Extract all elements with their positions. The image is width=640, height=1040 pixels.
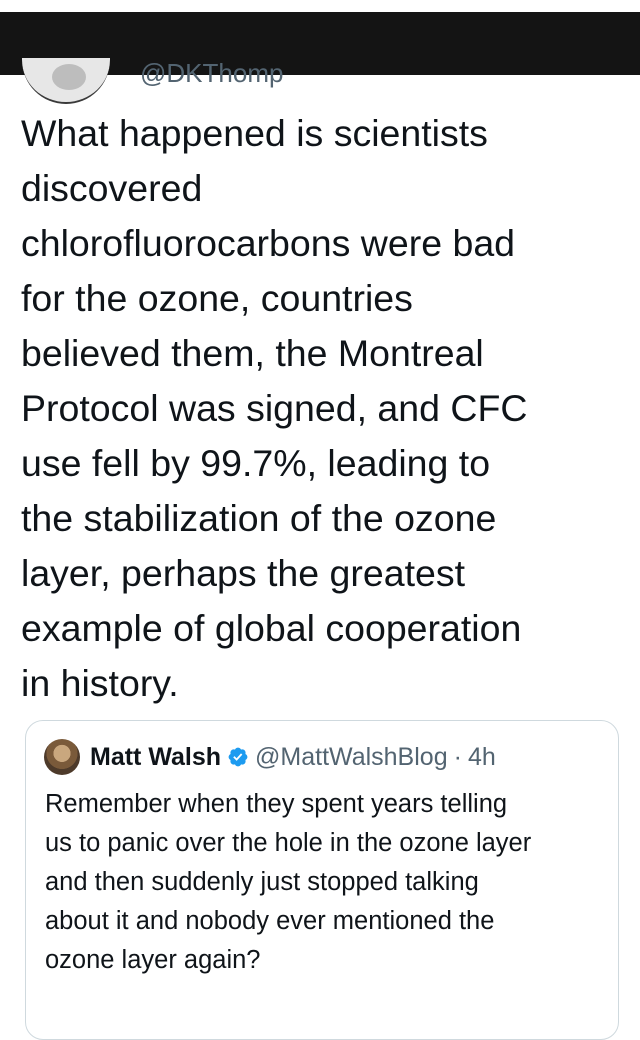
author-handle[interactable]: @DKThomp <box>140 58 283 94</box>
verified-badge-icon <box>227 746 249 768</box>
quoted-author-handle: @MattWalshBlog <box>255 742 448 771</box>
quoted-author-avatar <box>44 739 80 775</box>
quoted-tweet-card[interactable]: Matt Walsh @MattWalshBlog · 4h Remember … <box>25 720 619 1040</box>
quoted-author-name: Matt Walsh <box>90 742 222 771</box>
separator-dot: · <box>453 742 462 771</box>
author-avatar[interactable] <box>22 58 110 104</box>
quoted-tweet-time: 4h <box>467 742 496 771</box>
author-handle-text: @DKThomp <box>140 58 284 88</box>
tweet-text: What happened is scientists discovered c… <box>21 112 528 704</box>
quoted-tweet-text: Remember when they spent years telling u… <box>45 790 532 974</box>
quoted-tweet-header: Matt Walsh @MattWalshBlog · 4h <box>44 739 496 775</box>
